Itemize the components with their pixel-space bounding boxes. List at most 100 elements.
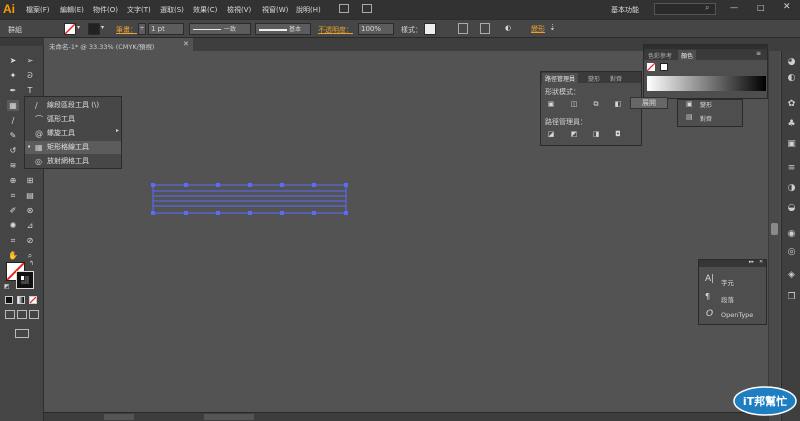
menu-view[interactable]: 檢視(V) [227, 5, 251, 15]
document-tab[interactable]: 未命名-1* @ 33.33% (CMYK/預視) ✕ [45, 38, 193, 51]
menu-type[interactable]: 文字(T) [127, 5, 151, 15]
align-icon[interactable]: ▤ [686, 113, 693, 121]
horizontal-scrollbar[interactable] [44, 412, 768, 421]
document-setup-icon[interactable] [458, 23, 468, 34]
recolor-icon[interactable]: ◐ [505, 24, 511, 32]
close-tab-icon[interactable]: ✕ [183, 40, 189, 48]
rotate-tool-icon[interactable]: ↺ [7, 145, 19, 156]
toolbar-header[interactable] [0, 38, 44, 46]
flyout-item-rect-grid[interactable]: • ▦ 矩形格線工具 [25, 141, 121, 154]
symbols-icon[interactable]: ♣ [786, 119, 797, 130]
maximize-icon[interactable]: □ [757, 3, 765, 12]
minus-front-icon[interactable]: ◫ [569, 100, 579, 109]
panel-menu-icon[interactable]: ≡ [756, 50, 761, 57]
scroll-thumb[interactable] [771, 223, 778, 235]
color-guide-icon[interactable]: ◕ [786, 57, 797, 68]
stroke-color-swatch[interactable] [16, 271, 34, 289]
color-mode-icon[interactable] [5, 296, 13, 304]
panel-item-opentype[interactable]: OpenType [721, 311, 753, 319]
artboards-icon[interactable]: ◎ [786, 247, 797, 258]
stroke-label[interactable]: 筆畫： [116, 25, 137, 35]
graphic-styles-icon[interactable]: ▣ [786, 139, 797, 150]
panel-item-paragraph[interactable]: 段落 [721, 294, 734, 304]
flyout-item-line-segment[interactable]: ∕ 線段區段工具 (\) [25, 99, 121, 112]
symbol-sprayer-tool-icon[interactable]: ✺ [7, 220, 19, 231]
stroke-swatch[interactable] [660, 63, 668, 71]
close-icon[interactable]: ✕ [783, 2, 791, 12]
transparency-icon[interactable]: ◒ [786, 203, 797, 214]
draw-inside-icon[interactable] [29, 310, 39, 319]
layers-icon[interactable]: ◈ [786, 270, 797, 281]
panel-item-align[interactable]: 對齊 [700, 114, 712, 123]
chevron-down-icon[interactable]: ▾ [77, 24, 80, 31]
menu-object[interactable]: 物件(O) [93, 5, 118, 15]
workspace-switcher[interactable]: 基本功能 [611, 5, 639, 15]
gradient-icon[interactable]: ◑ [786, 183, 797, 194]
align-icon[interactable] [480, 23, 490, 34]
type-tool-icon[interactable]: T [24, 85, 36, 96]
none-mode-icon[interactable] [29, 296, 37, 304]
panel-item-character[interactable]: 字元 [721, 277, 734, 287]
eyedropper-tool-icon[interactable]: ✐ [7, 205, 19, 216]
opacity-input[interactable]: 100% [358, 23, 394, 35]
draw-normal-icon[interactable] [5, 310, 15, 319]
brush-select[interactable]: 基本 [255, 23, 311, 35]
character-icon[interactable]: A| [705, 274, 714, 284]
flyout-item-arc[interactable]: ⌒ 弧形工具 [25, 113, 121, 126]
transform-link[interactable]: 變形 [531, 24, 545, 34]
tab-pathfinder[interactable]: 路徑管理員 [542, 73, 579, 83]
paragraph-icon[interactable]: ¶ [705, 292, 710, 301]
tab-transform[interactable]: 變形 [585, 73, 603, 83]
close-panel-icon[interactable]: ✕ [759, 259, 763, 265]
pen-tool-icon[interactable]: ✒ [7, 85, 19, 96]
stroke-icon[interactable]: ≡ [786, 163, 797, 174]
intersect-icon[interactable]: ⧉ [591, 100, 601, 109]
opacity-label[interactable]: 不透明度： [318, 25, 353, 35]
vertical-scrollbar[interactable] [768, 51, 780, 421]
gradient-mode-icon[interactable] [17, 296, 25, 304]
panel-item-transform[interactable]: 變形 [700, 100, 712, 109]
exclude-icon[interactable]: ◧ [613, 100, 623, 109]
rectangular-grid-object[interactable] [150, 183, 350, 217]
unite-icon[interactable]: ▣ [546, 100, 556, 109]
expand-button[interactable]: 展開 [630, 97, 668, 109]
live-paint-tool-icon[interactable]: ⊞ [24, 175, 36, 186]
tab-color[interactable]: 顏色 [678, 50, 697, 60]
shape-builder-tool-icon[interactable]: ⊕ [7, 175, 19, 186]
flyout-item-spiral[interactable]: @ 螺旋工具 [25, 127, 121, 140]
blend-tool-icon[interactable]: ⊛ [24, 205, 36, 216]
flyout-item-polar-grid[interactable]: ◎ 放射網格工具 [25, 155, 121, 168]
mesh-tool-icon[interactable]: ⌗ [7, 190, 19, 201]
default-colors-icon[interactable]: ◩ [4, 283, 10, 290]
links-icon[interactable]: ❐ [786, 292, 797, 303]
fill-swatch[interactable] [64, 23, 76, 35]
screen-mode-icon[interactable] [15, 329, 29, 338]
menu-help[interactable]: 說明(H) [296, 5, 321, 15]
gradient-tool-icon[interactable]: ▤ [24, 190, 36, 201]
selection-tool-icon[interactable]: ➤ [7, 55, 19, 66]
draw-behind-icon[interactable] [17, 310, 27, 319]
menu-file[interactable]: 檔案(F) [26, 5, 50, 15]
chevron-down-icon[interactable]: ▾ [101, 24, 104, 31]
fill-swatch[interactable] [646, 62, 656, 72]
paintbrush-tool-icon[interactable]: ∕ [7, 115, 19, 126]
stroke-weight-input[interactable]: 1 pt [148, 23, 184, 35]
isolate-icon[interactable]: ⇣ [549, 23, 556, 32]
appearance-icon[interactable]: ◉ [786, 229, 797, 240]
divide-icon[interactable]: ◪ [546, 130, 556, 139]
minimize-icon[interactable]: — [730, 3, 738, 12]
direct-selection-tool-icon[interactable]: ➢ [24, 55, 36, 66]
stroke-stepper[interactable]: ÷ [138, 23, 146, 35]
arrange-docs-icon[interactable] [362, 4, 372, 13]
graph-tool-icon[interactable]: ⊿ [24, 220, 36, 231]
crop-icon[interactable]: ◘ [613, 130, 623, 139]
brushes-icon[interactable]: ✿ [786, 99, 797, 110]
variable-width-select[interactable]: 一致 [189, 23, 251, 35]
tearoff-icon[interactable]: ▸ [116, 127, 119, 134]
menu-edit[interactable]: 編輯(E) [60, 5, 84, 15]
trim-icon[interactable]: ◩ [569, 130, 579, 139]
bridge-icon[interactable] [339, 4, 349, 13]
artboard-tool-icon[interactable]: ⌗ [7, 235, 19, 246]
menu-select[interactable]: 選取(S) [160, 5, 184, 15]
hand-tool-icon[interactable]: ✋ [7, 250, 19, 261]
